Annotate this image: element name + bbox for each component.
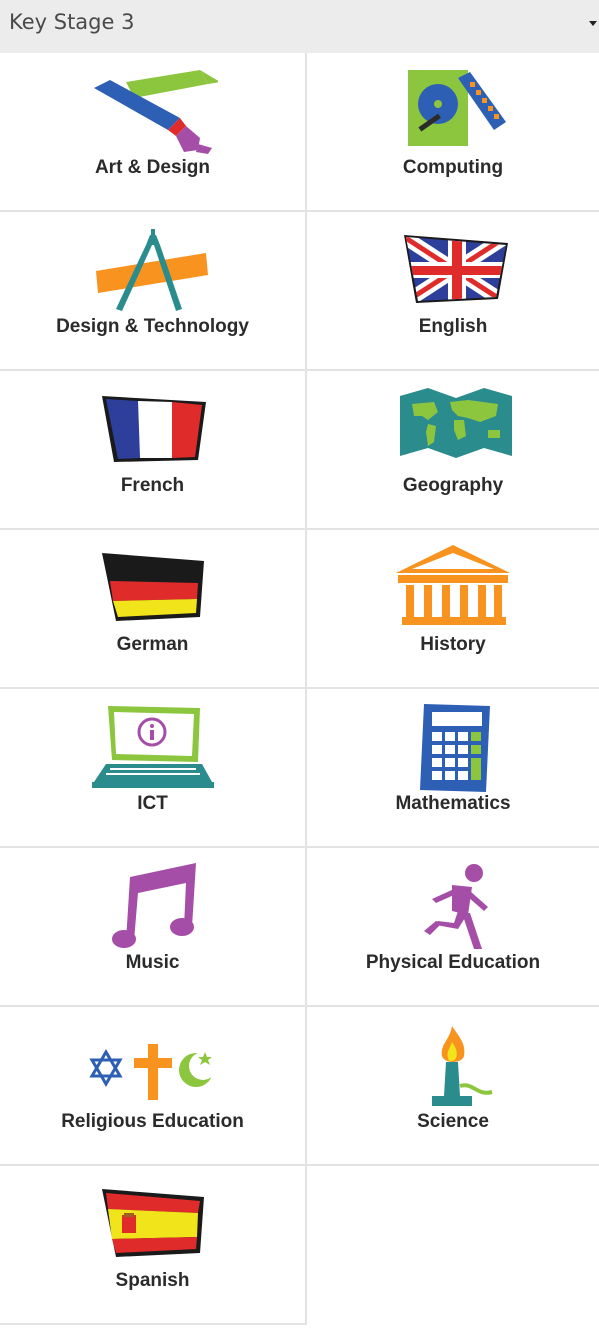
subject-tile-history[interactable]: History (307, 530, 599, 689)
subject-tile-physical-education[interactable]: Physical Education (307, 848, 599, 1007)
subject-label: Music (125, 952, 180, 973)
subject-tile-computing[interactable]: Computing (307, 53, 599, 212)
uk-flag-icon (388, 227, 518, 315)
subject-tile-french[interactable]: French (0, 371, 307, 530)
art-pencils-icon (88, 68, 218, 156)
subject-label: Science (417, 1111, 489, 1132)
subject-tile-geography[interactable]: Geography (307, 371, 599, 530)
subject-tile-english[interactable]: English (307, 212, 599, 371)
subject-label: Geography (402, 475, 504, 496)
world-map-icon (388, 386, 518, 474)
subject-tile-ict[interactable]: ICT (0, 689, 307, 848)
subject-tile-design-technology[interactable]: Design & Technology (0, 212, 307, 371)
subject-grid: Art & Design Computing Design & Technolo… (0, 53, 599, 1325)
subject-label: Physical Education (365, 952, 541, 973)
chevron-down-icon[interactable] (589, 21, 597, 26)
subject-label: ICT (137, 793, 168, 814)
key-stage-select-value: Key Stage 3 (9, 10, 135, 34)
bunsen-burner-icon (388, 1022, 518, 1110)
subject-label: Design & Technology (56, 316, 249, 337)
subject-label: English (418, 316, 488, 337)
subject-label: French (120, 475, 185, 496)
subject-label: Computing (402, 157, 504, 178)
subject-label: Spanish (115, 1270, 190, 1291)
subject-label: Art & Design (94, 157, 211, 178)
subject-label: Mathematics (395, 793, 511, 814)
french-flag-icon (88, 386, 218, 474)
compass-ruler-icon (88, 227, 218, 315)
subject-label: German (116, 634, 189, 655)
empty-tile (307, 1166, 599, 1325)
subject-tile-art-design[interactable]: Art & Design (0, 53, 307, 212)
subject-label: Religious Education (61, 1111, 244, 1132)
subject-tile-music[interactable]: Music (0, 848, 307, 1007)
museum-icon (388, 545, 518, 633)
german-flag-icon (88, 545, 218, 633)
calculator-icon (388, 704, 518, 792)
laptop-icon (88, 704, 218, 792)
subject-tile-religious-education[interactable]: Religious Education (0, 1007, 307, 1166)
hard-drive-icon (388, 68, 518, 156)
runner-icon (388, 863, 518, 951)
subject-tile-mathematics[interactable]: Mathematics (307, 689, 599, 848)
key-stage-select[interactable]: Key Stage 3 (0, 0, 599, 53)
religious-symbols-icon (88, 1022, 218, 1110)
subject-tile-spanish[interactable]: Spanish (0, 1166, 307, 1325)
music-note-icon (88, 863, 218, 951)
subject-tile-german[interactable]: German (0, 530, 307, 689)
spanish-flag-icon (88, 1181, 218, 1269)
subject-tile-science[interactable]: Science (307, 1007, 599, 1166)
subject-label: History (420, 634, 486, 655)
